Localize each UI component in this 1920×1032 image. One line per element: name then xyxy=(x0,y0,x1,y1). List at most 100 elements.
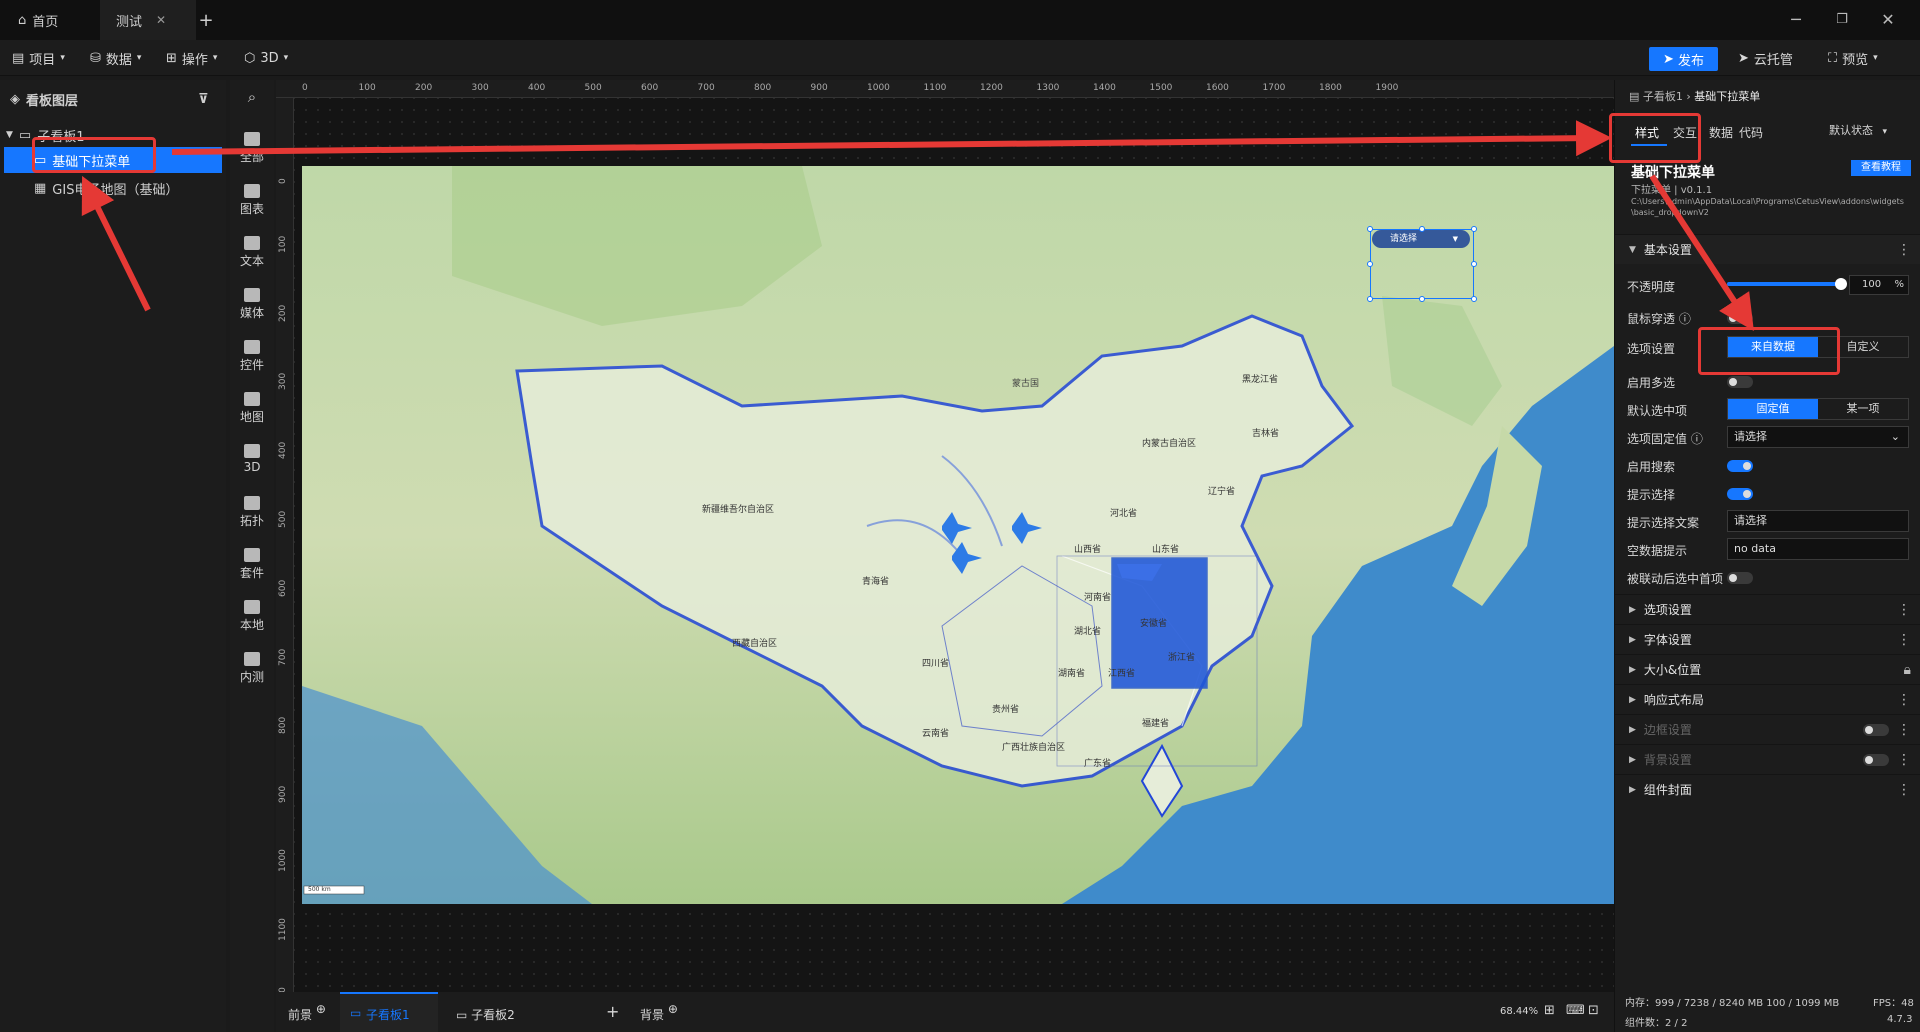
publish-button[interactable]: ➤ 发布 xyxy=(1649,47,1718,71)
lock-icon[interactable]: 🔒︎ xyxy=(1904,662,1911,678)
fixed-option-select[interactable]: 请选择 ⌄ xyxy=(1727,426,1909,448)
option-setting-label: 选项设置 xyxy=(1627,342,1676,356)
resize-handle[interactable] xyxy=(1419,296,1425,302)
section-label: 背景设置 xyxy=(1643,753,1692,767)
opacity-slider[interactable] xyxy=(1727,278,1847,290)
opacity-input[interactable]: 100 % xyxy=(1849,275,1909,295)
background-toggle[interactable] xyxy=(1863,754,1889,766)
ruler-tick-label: 1100 xyxy=(923,83,947,93)
ruler-tick-label: 200 xyxy=(415,83,433,93)
close-window-icon[interactable]: ✕ xyxy=(1876,8,1900,32)
section-size-position[interactable]: ▶ 大小&位置 🔒︎ xyxy=(1615,654,1920,684)
resize-handle[interactable] xyxy=(1471,296,1477,302)
resize-handle[interactable] xyxy=(1471,226,1477,232)
multi-label: 启用多选 xyxy=(1627,376,1676,390)
default-selected-segment[interactable]: 固定值 某一项 xyxy=(1727,398,1909,420)
minimize-icon[interactable]: ─ xyxy=(1784,8,1808,32)
comp-text[interactable]: 文本 xyxy=(230,236,274,269)
comp-suite[interactable]: 套件 xyxy=(230,548,274,581)
comp-media[interactable]: 媒体 xyxy=(230,288,274,321)
comp-control[interactable]: 控件 xyxy=(230,340,274,373)
menu-operate[interactable]: ⊞ 操作 ▾ xyxy=(166,48,217,68)
restore-icon[interactable]: ❐ xyxy=(1830,8,1854,32)
preview-button[interactable]: ⛶ 预览 ▾ xyxy=(1828,48,1878,68)
cloud-host-button[interactable]: ➤ 云托管 xyxy=(1738,48,1793,68)
map-label: 辽宁省 xyxy=(1208,487,1236,497)
layer-item-map[interactable]: ▦ GIS电子地图（基础） xyxy=(0,175,226,201)
more-icon[interactable]: ⋮ xyxy=(1897,242,1911,258)
hint-text-input[interactable]: 请选择 xyxy=(1727,510,1909,532)
comp-local[interactable]: 本地 xyxy=(230,600,274,633)
tutorial-button[interactable]: 查看教程 xyxy=(1851,160,1911,176)
new-tab-button[interactable]: + xyxy=(196,0,216,40)
more-icon[interactable]: ⋮ xyxy=(1897,602,1911,618)
comp-map[interactable]: 地图 xyxy=(230,392,274,425)
gis-map-widget[interactable]: 新疆维吾尔自治区 青海省 西藏自治区 四川省 云南省 广西壮族自治区 广东省 内… xyxy=(302,166,1614,904)
help-icon[interactable]: ⓘ xyxy=(1679,312,1691,326)
map-label: 四川省 xyxy=(922,659,950,669)
ruler-tick-label: 300 xyxy=(278,373,288,391)
map-label: 河北省 xyxy=(1110,509,1138,519)
tab-home[interactable]: ⌂ 首页 xyxy=(18,0,98,40)
hint-toggle[interactable] xyxy=(1727,488,1753,500)
search-toggle[interactable] xyxy=(1727,460,1753,472)
more-icon[interactable]: ⋮ xyxy=(1897,752,1911,768)
mouse-through-toggle[interactable] xyxy=(1727,312,1753,324)
tab-board2[interactable]: ▭ 子看板2 xyxy=(456,1006,515,1023)
section-cover[interactable]: ▶ 组件封面 ⋮ xyxy=(1615,774,1920,804)
add-board-button[interactable]: + xyxy=(606,1002,619,1021)
breadcrumb-parent[interactable]: 子看板1 xyxy=(1643,90,1683,103)
add-circle-icon[interactable]: ⊕ xyxy=(316,1002,326,1016)
empty-hint-input[interactable]: no data xyxy=(1727,538,1909,560)
tab-foreground[interactable]: 前景 ⊕ xyxy=(288,1002,326,1023)
tab-board1[interactable]: ▭ 子看板1 xyxy=(340,992,438,1032)
linked-first-toggle[interactable] xyxy=(1727,572,1753,584)
resize-handle[interactable] xyxy=(1367,226,1373,232)
terminal-icon[interactable]: ⊡ xyxy=(1588,1003,1599,1018)
comp-topology[interactable]: 拓扑 xyxy=(230,496,274,529)
help-icon[interactable]: ⓘ xyxy=(1691,432,1703,446)
section-responsive[interactable]: ▶ 响应式布局 ⋮ xyxy=(1615,684,1920,714)
close-icon[interactable]: ✕ xyxy=(156,13,166,27)
keyboard-icon[interactable]: ⌨ xyxy=(1566,1003,1585,1018)
some-item-option[interactable]: 某一项 xyxy=(1818,399,1908,419)
more-icon[interactable]: ⋮ xyxy=(1897,632,1911,648)
section-basic[interactable]: ▼ 基本设置 ⋮ xyxy=(1615,234,1920,264)
section-background[interactable]: ▶ 背景设置 ⋮ xyxy=(1615,744,1920,774)
filter-icon[interactable]: ⊽ xyxy=(198,92,209,107)
section-border[interactable]: ▶ 边框设置 ⋮ xyxy=(1615,714,1920,744)
tab-test[interactable]: 测试 ✕ xyxy=(100,0,196,40)
tab-code[interactable]: 代码 xyxy=(1739,124,1763,141)
tab-data[interactable]: 数据 xyxy=(1709,124,1733,141)
more-icon[interactable]: ⋮ xyxy=(1897,782,1911,798)
map-dropdown[interactable]: 请选择 ▼ xyxy=(1372,230,1470,248)
menu-3d[interactable]: ⬡ 3D ▾ xyxy=(244,48,288,68)
comp-label: 地图 xyxy=(239,410,264,424)
resize-handle[interactable] xyxy=(1419,226,1425,232)
comp-all[interactable]: 全部 xyxy=(230,132,274,165)
tab-background[interactable]: 背景 ⊕ xyxy=(640,1002,678,1023)
menu-project[interactable]: ▤ 项目 ▾ xyxy=(12,48,65,68)
add-circle-icon[interactable]: ⊕ xyxy=(668,1002,678,1016)
comp-beta[interactable]: 内测 xyxy=(230,652,274,685)
opacity-slider-handle[interactable] xyxy=(1835,278,1847,290)
resize-handle[interactable] xyxy=(1471,261,1477,267)
section-font[interactable]: ▶ 字体设置 ⋮ xyxy=(1615,624,1920,654)
menu-data[interactable]: ⛁ 数据 ▾ xyxy=(90,48,141,68)
comp-chart[interactable]: 图表 xyxy=(230,184,274,217)
section-options[interactable]: ▶ 选项设置 ⋮ xyxy=(1615,594,1920,624)
home-icon: ⌂ xyxy=(18,12,27,28)
border-toggle[interactable] xyxy=(1863,724,1889,736)
more-icon[interactable]: ⋮ xyxy=(1897,692,1911,708)
resize-handle[interactable] xyxy=(1367,261,1373,267)
fit-screen-icon[interactable]: ⊞ xyxy=(1544,1003,1555,1018)
zoom-level[interactable]: 68.44% xyxy=(1500,1006,1538,1017)
section-label: 字体设置 xyxy=(1643,633,1692,647)
more-icon[interactable]: ⋮ xyxy=(1897,722,1911,738)
comp-3d[interactable]: 3D xyxy=(230,444,274,474)
fixed-value-option[interactable]: 固定值 xyxy=(1728,399,1818,419)
search-icon[interactable]: ⌕ xyxy=(230,88,274,106)
resize-handle[interactable] xyxy=(1367,296,1373,302)
multi-toggle[interactable] xyxy=(1727,376,1753,388)
state-select[interactable]: 默认状态 ▾ xyxy=(1829,122,1887,138)
